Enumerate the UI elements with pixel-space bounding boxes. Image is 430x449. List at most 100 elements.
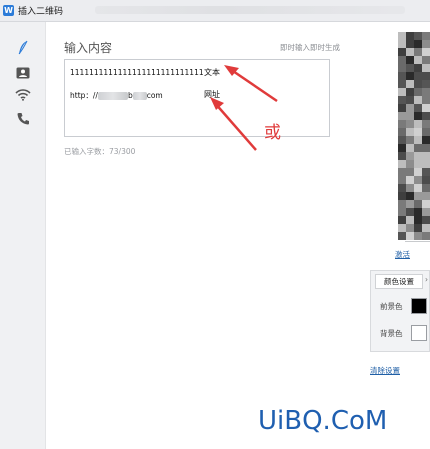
qr-pixel [414,168,422,176]
qr-pixel [422,184,430,192]
qr-pixel [398,40,406,48]
qr-pixel [398,232,406,240]
qr-pixel [406,56,414,64]
qr-pixel [414,64,422,72]
qr-pixel [422,96,430,104]
qr-pixel [406,232,414,240]
qr-pixel [414,80,422,88]
phone-icon[interactable] [14,110,32,126]
qr-pixel [422,200,430,208]
background-label: 背景色 [380,329,403,338]
sidebar [0,22,46,449]
qr-pixel [398,136,406,144]
qr-pixel [406,208,414,216]
qr-pixel [422,48,430,56]
foreground-label: 前景色 [380,302,403,311]
qr-pixel [398,104,406,112]
qr-pixel [406,104,414,112]
foreground-swatch[interactable] [411,298,427,314]
watermark: UiBQ.CoM [258,406,388,436]
qr-pixel [414,32,422,40]
qr-pixel [406,144,414,152]
qr-pixel [422,112,430,120]
qr-pixel [422,176,430,184]
qr-pixel [406,184,414,192]
qr-pixel [398,120,406,128]
qr-pixel [422,224,430,232]
qr-code-preview [398,32,430,240]
qr-pixel [422,104,430,112]
contact-card-icon[interactable] [14,65,32,81]
qr-pixel [422,216,430,224]
qr-pixel [406,48,414,56]
tab-next-icon[interactable]: › [425,275,428,284]
wifi-icon[interactable] [14,87,32,103]
qr-pixel [414,112,422,120]
qr-pixel [422,144,430,152]
qr-pixel [422,72,430,80]
activate-link[interactable]: 激活 [395,249,410,260]
qr-pixel [414,184,422,192]
qr-pixel [422,56,430,64]
qr-pixel [414,176,422,184]
background-swatch[interactable] [411,325,427,341]
arrow-head-url [210,97,224,110]
qr-pixel [422,208,430,216]
qr-pixel [398,96,406,104]
app-logo-icon: W [3,5,14,16]
qr-pixel [398,88,406,96]
qr-pixel [406,96,414,104]
qr-pixel [398,144,406,152]
qr-pixel [414,232,422,240]
tab-color-settings[interactable]: 颜色设置 [375,274,423,289]
arrow-to-text [229,67,278,103]
qr-pixel [422,136,430,144]
qr-pixel [406,136,414,144]
arrow-to-url [213,101,257,151]
qr-pixel [414,96,422,104]
qr-pixel [398,152,406,160]
qr-pixel [398,224,406,232]
qr-pixel [398,128,406,136]
qr-pixel [398,176,406,184]
qr-pixel [398,48,406,56]
qr-pixel [414,72,422,80]
qr-pixel [406,80,414,88]
qr-pixel [414,88,422,96]
qr-pixel [414,192,422,200]
qr-pixel [414,160,422,168]
qr-pixel [406,72,414,80]
qr-pixel [414,208,422,216]
qr-pixel [406,152,414,160]
qr-pixel [414,152,422,160]
qr-pixel [414,48,422,56]
preview-pane: 激活 颜色设置 › 前景色 背景色 清除设置 [348,22,430,449]
qr-pixel [406,32,414,40]
qr-pixel [398,80,406,88]
qr-pixel [406,120,414,128]
qr-pixel [398,72,406,80]
qr-pixel [422,160,430,168]
qr-pixel [398,112,406,120]
qr-pixel [414,56,422,64]
qr-pixel [414,136,422,144]
color-settings-panel: 颜色设置 › 前景色 背景色 [370,270,430,352]
qr-pixel [422,32,430,40]
feather-pen-icon[interactable] [14,40,32,56]
qr-pixel [406,216,414,224]
annotation-arrows [210,65,278,151]
qr-pixel [398,216,406,224]
qr-pixel [398,168,406,176]
title-bar: W 插入二维码 [0,0,430,22]
annotation-or: 或 [264,123,281,143]
clear-settings-link[interactable]: 清除设置 [370,365,400,376]
qr-pixel [398,160,406,168]
qr-pixel [406,224,414,232]
qr-pixel [422,64,430,72]
qr-pixel [398,32,406,40]
qr-pixel [398,200,406,208]
qr-pixel [406,88,414,96]
qr-pixel [406,64,414,72]
qr-pixel [406,200,414,208]
qr-pixel [398,192,406,200]
